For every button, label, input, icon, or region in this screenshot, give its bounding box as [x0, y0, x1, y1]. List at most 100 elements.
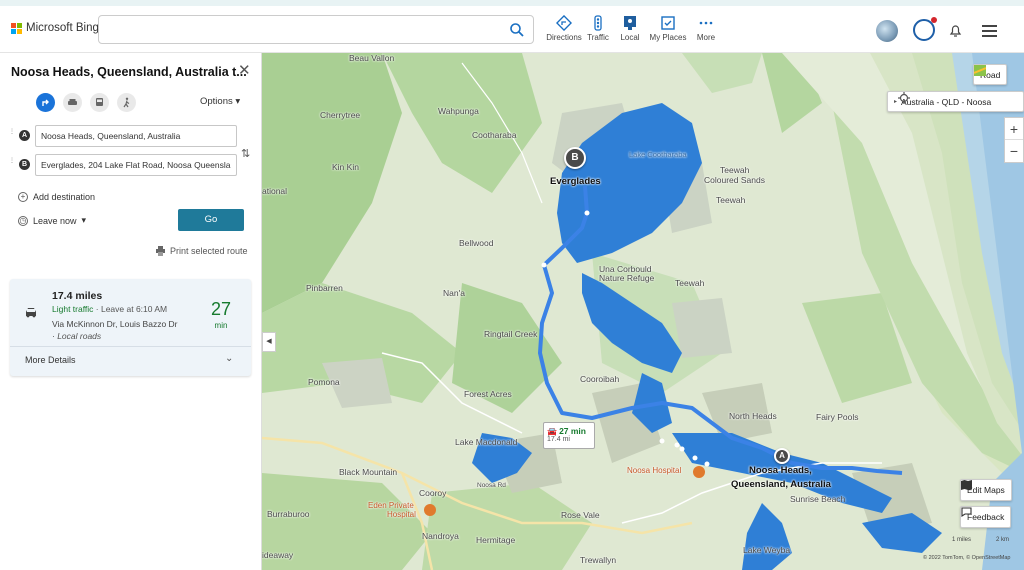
rewards-icon[interactable]	[913, 17, 937, 41]
search-input[interactable]	[98, 15, 534, 44]
map-label: Wahpunga	[438, 106, 479, 116]
map-label: Sunrise Beach	[790, 494, 846, 504]
map-canvas[interactable]: Beau Vallon Wahpunga Cherrytree Coothara…	[262, 53, 1024, 570]
clock-icon: ◷	[18, 215, 28, 226]
drag-handle-b[interactable]: ⋮	[9, 158, 15, 164]
map-label: Teewah	[716, 195, 746, 205]
road-map-icon	[974, 65, 986, 76]
zoom-in-button[interactable]: +	[1005, 118, 1023, 140]
location-breadcrumb[interactable]: ▸ Australia - QLD - Noosa	[887, 91, 1024, 112]
print-route-button[interactable]: Print selected route	[155, 246, 248, 256]
zoom-out-button[interactable]: −	[1005, 140, 1023, 162]
zoom-control: + −	[1004, 117, 1024, 163]
map-label: Cooroy	[419, 488, 447, 498]
nav-tabs: Directions Traffic Local My Places More	[544, 15, 724, 42]
map-label: North Heads	[729, 411, 777, 421]
transit-mode-button[interactable]	[90, 93, 109, 112]
map-label: Cooroibah	[580, 374, 620, 384]
route-title: Noosa Heads, Queensland, Australia t...	[11, 65, 247, 79]
route-distance: 17.4 miles	[52, 290, 103, 302]
start-location-input[interactable]: Noosa Heads, Queensland, Australia	[35, 125, 237, 147]
edit-maps-button[interactable]: Edit Maps	[960, 479, 1012, 501]
bing-logo[interactable]: Microsoft Bing	[11, 22, 99, 34]
map-label: Black Mountain	[339, 467, 398, 477]
traffic-light-icon	[594, 15, 602, 31]
route-callout[interactable]: 🚘 27 min 17.4 mi	[543, 422, 595, 449]
map-label: Pinbarren	[306, 283, 343, 293]
avatar[interactable]	[876, 20, 898, 42]
header: Microsoft Bing Directions Traffic Local …	[0, 6, 1024, 53]
traffic-status: Light traffic · Leave at 6:10 AM	[52, 304, 168, 314]
route-minutes-label: min	[214, 321, 228, 330]
options-dropdown[interactable]: Options ▾	[200, 96, 240, 107]
map-label: Nature Refuge	[599, 273, 655, 283]
map-background	[262, 53, 1024, 570]
tab-more[interactable]: More	[688, 15, 724, 42]
waypoint-a-marker: A	[19, 130, 30, 141]
map-label: Lake Macdonald	[455, 437, 518, 447]
add-destination-button[interactable]: + Add destination	[18, 192, 95, 202]
map-label: Nandroya	[422, 531, 459, 541]
brand-name: Microsoft Bing	[26, 22, 99, 34]
map-label: Pomona	[308, 377, 340, 387]
car-icon	[68, 99, 77, 105]
collapse-panel-button[interactable]: ◀	[262, 332, 276, 352]
map-label: Bellwood	[459, 238, 494, 248]
pin-b-marker[interactable]: B	[564, 147, 586, 169]
feedback-button[interactable]: Feedback	[960, 506, 1012, 528]
map-label: Teewah	[675, 278, 705, 288]
map-label-everglades: Everglades	[550, 176, 601, 187]
expand-arrow-icon: ▸	[894, 99, 898, 105]
map-label-destination-region: Queensland, Australia	[731, 479, 831, 490]
leave-now-dropdown[interactable]: ◷ Leave now ▾	[18, 215, 86, 226]
directions-icon	[556, 15, 572, 31]
map-label: Trewallyn	[580, 555, 617, 565]
printer-icon	[156, 246, 165, 256]
more-dots-icon	[699, 21, 713, 25]
tab-local[interactable]: Local	[612, 15, 648, 42]
map-label-destination: Noosa Heads,	[749, 465, 812, 476]
tab-directions[interactable]: Directions	[544, 15, 584, 42]
local-icon	[624, 16, 636, 30]
map-style-button[interactable]: Road	[973, 64, 1008, 85]
map-icon	[961, 480, 972, 490]
locate-me-icon[interactable]	[898, 92, 910, 104]
map-label: Lake Weyba	[743, 545, 791, 555]
route-via: Via McKinnon Dr, Louis Bazzo Dr · Local …	[52, 319, 178, 341]
close-icon[interactable]: ✕	[238, 63, 251, 78]
route-summary-card[interactable]: 17.4 miles Light traffic · Leave at 6:10…	[10, 279, 251, 376]
pin-a-marker[interactable]: A	[774, 448, 790, 464]
tab-traffic[interactable]: Traffic	[584, 15, 612, 42]
tab-my-places[interactable]: My Places	[648, 15, 688, 42]
map-label: Eden Private	[368, 501, 414, 510]
map-label: Forest Acres	[464, 389, 512, 399]
card-divider	[10, 346, 251, 347]
hamburger-menu-icon[interactable]	[982, 25, 997, 37]
map-scale: 1 miles 2 km	[952, 537, 1010, 543]
map-label: Fairy Pools	[816, 412, 859, 422]
map-copyright: © 2022 TomTom, © OpenStreetMap	[923, 555, 1011, 561]
map-label: Teewah	[720, 165, 750, 175]
map-label: Coloured Sands	[704, 175, 765, 185]
chevron-down-icon[interactable]: ⌄	[225, 353, 233, 364]
walk-mode-button[interactable]	[117, 93, 136, 112]
car-mode-button[interactable]	[63, 93, 82, 112]
swap-waypoints-icon[interactable]: ⇅	[241, 147, 250, 160]
directions-panel: Noosa Heads, Queensland, Australia t... …	[0, 53, 262, 570]
map-label: Rose Vale	[561, 510, 600, 520]
feedback-icon	[961, 507, 972, 517]
route-arrow-icon	[42, 99, 49, 106]
map-label: ideaway	[262, 550, 294, 560]
bell-icon[interactable]	[949, 24, 962, 38]
destination-input[interactable]: Everglades, 204 Lake Flat Road, Noosa Qu…	[35, 154, 237, 176]
search-icon[interactable]	[509, 22, 525, 38]
more-details-link[interactable]: More Details	[25, 355, 76, 365]
map-label: Cherrytree	[320, 110, 361, 120]
map-label: Hermitage	[476, 535, 516, 545]
go-button[interactable]: Go	[178, 209, 244, 231]
map-label: Beau Vallon	[349, 53, 395, 63]
drag-handle-a[interactable]: ⋮	[9, 129, 15, 135]
drive-mode-button[interactable]	[36, 93, 55, 112]
road-label: Noosa Rd	[477, 482, 506, 489]
map-label: Hospital	[387, 510, 416, 519]
